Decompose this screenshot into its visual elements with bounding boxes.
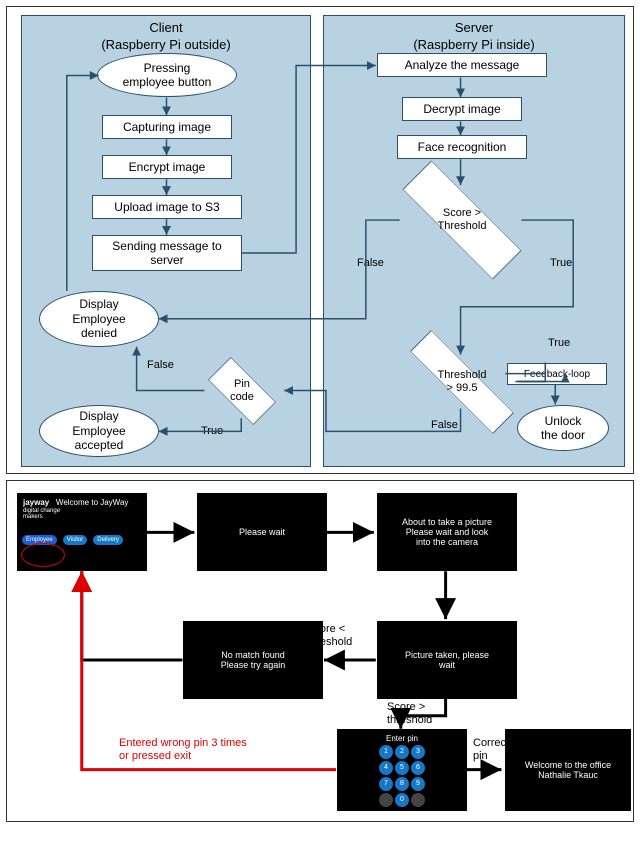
flowchart-ui-screens: jayway Welcome to JayWay digital change …: [6, 480, 634, 822]
key-1[interactable]: 1: [379, 745, 393, 759]
key-7[interactable]: 7: [379, 777, 393, 791]
flowchart-client-server: Client (Raspberry Pi outside) Server (Ra…: [6, 6, 634, 474]
btn-visitor[interactable]: Visitor: [63, 535, 88, 545]
server-panel-title: Server (Raspberry Pi inside): [324, 16, 624, 56]
btn-delivery[interactable]: Delivery: [93, 535, 123, 545]
node-encrypt-image: Encrypt image: [102, 155, 232, 179]
node-decrypt-image: Decrypt image: [402, 97, 522, 121]
label-wrong-pin: Entered wrong pin 3 times or pressed exi…: [119, 737, 247, 763]
label-false-score: False: [357, 257, 384, 269]
label-true-score: True: [550, 257, 572, 269]
node-send-message: Sending message to server: [92, 235, 242, 271]
key-2[interactable]: 2: [395, 745, 409, 759]
node-face-recognition: Face recognition: [397, 135, 527, 159]
key-0[interactable]: 0: [395, 793, 409, 807]
node-capture: Capturing image: [102, 115, 232, 139]
screen-enter-pin: Enter pin 1 2 3 4 5 6 7 8 9 0: [337, 729, 467, 811]
screen-no-match: No match found Please try again: [183, 621, 323, 699]
screen-picture-taken: Picture taken, please wait: [377, 621, 517, 699]
client-panel-title: Client (Raspberry Pi outside): [22, 16, 310, 56]
screen-about-picture: About to take a picture Please wait and …: [377, 493, 517, 571]
node-score-threshold: Score > Threshold: [387, 175, 537, 265]
node-upload-s3: Upload image to S3: [92, 195, 242, 219]
node-press-button: Pressing employee button: [97, 53, 237, 97]
label-true-pin: True: [201, 425, 223, 437]
key-clear[interactable]: [379, 793, 393, 807]
label-score-lt: Score < threshold: [307, 623, 352, 649]
label-false-pin: False: [147, 359, 174, 371]
highlight-employee-button: [21, 543, 65, 567]
key-3[interactable]: 3: [411, 745, 425, 759]
label-true-995: True: [548, 337, 570, 349]
keypad[interactable]: 1 2 3 4 5 6 7 8 9 0: [379, 745, 425, 807]
screen-please-wait: Please wait: [197, 493, 327, 571]
node-pin-code: Pin code: [197, 359, 287, 423]
key-9[interactable]: 9: [411, 777, 425, 791]
key-8[interactable]: 8: [395, 777, 409, 791]
key-ok[interactable]: [411, 793, 425, 807]
node-analyze-message: Analyze the message: [377, 53, 547, 77]
node-employee-denied: Display Employee denied: [39, 291, 159, 347]
node-employee-accepted: Display Employee accepted: [39, 405, 159, 457]
label-false-995: False: [431, 419, 458, 431]
screen-welcome-office: Welcome to the office Nathalie Tkauc: [505, 729, 631, 811]
key-6[interactable]: 6: [411, 761, 425, 775]
label-score-gt: Score > threshold: [387, 701, 432, 727]
key-4[interactable]: 4: [379, 761, 393, 775]
node-unlock-door: Unlock the door: [517, 405, 609, 451]
key-5[interactable]: 5: [395, 761, 409, 775]
node-feedback-loop: Feedback-loop: [507, 363, 607, 385]
label-correct-pin: Correct pin: [473, 737, 509, 763]
